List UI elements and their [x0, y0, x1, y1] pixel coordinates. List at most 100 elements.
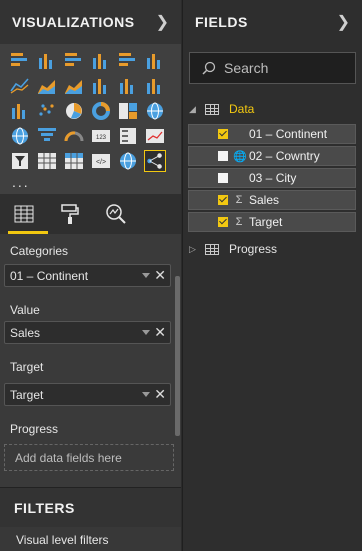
waterfall-icon[interactable] — [9, 100, 31, 122]
fields-title: FIELDS — [195, 14, 248, 30]
collapsed-arrow-icon[interactable]: ▷ — [189, 244, 199, 255]
100-bar-icon[interactable] — [117, 50, 139, 72]
field-wells: Categories 01 – Continent ✕ Value Sales … — [0, 234, 181, 487]
value-field-value: Sales — [10, 325, 41, 340]
field-city[interactable]: 03 – City — [188, 168, 356, 188]
value-well[interactable]: Sales ✕ — [4, 321, 171, 344]
search-placeholder: Search — [224, 60, 269, 76]
matrix-icon[interactable] — [63, 150, 85, 172]
progress-drop-zone[interactable]: Add data fields here — [4, 444, 174, 471]
visual-level-filters-label: Visual level filters — [0, 527, 181, 551]
line-clustered-icon[interactable] — [117, 75, 139, 97]
value-label: Value — [10, 303, 40, 317]
collapse-chevron-icon[interactable]: ❯ — [156, 12, 169, 32]
chevron-down-icon[interactable] — [142, 392, 150, 397]
paint-roller-icon — [61, 204, 79, 224]
gauge-icon[interactable] — [63, 125, 85, 147]
table-icon[interactable] — [36, 150, 58, 172]
filters-title: FILTERS — [0, 487, 181, 527]
categories-field-value: 01 – Continent — [10, 268, 89, 283]
search-input[interactable]: Search — [189, 52, 356, 84]
table-icon — [205, 103, 219, 115]
analytics-tab[interactable] — [102, 200, 130, 228]
card-icon[interactable]: 123 — [90, 125, 112, 147]
100-column-icon[interactable] — [144, 50, 166, 72]
line-column-icon[interactable] — [90, 75, 112, 97]
visual-gallery: 123 </> ... — [0, 44, 181, 194]
custom-network-icon[interactable] — [144, 150, 166, 172]
close-icon[interactable]: ✕ — [154, 267, 166, 284]
globe-icon: 🌐 — [233, 150, 247, 163]
progress-label: Progress — [10, 422, 59, 436]
area-chart-icon[interactable] — [36, 75, 58, 97]
checkbox-icon[interactable] — [218, 217, 228, 227]
clustered-column-icon[interactable] — [90, 50, 112, 72]
format-tab[interactable] — [56, 200, 84, 228]
checkbox-icon[interactable] — [218, 129, 228, 139]
multirow-card-icon[interactable] — [117, 125, 139, 147]
checkbox-icon[interactable] — [218, 151, 228, 161]
treemap-icon[interactable] — [117, 100, 139, 122]
sigma-icon: Σ — [235, 194, 243, 206]
field-label: 01 – Continent — [249, 127, 328, 141]
close-icon[interactable]: ✕ — [154, 324, 166, 341]
pie-chart-icon[interactable] — [63, 100, 85, 122]
svg-text:</>: </> — [96, 159, 106, 166]
line-chart-icon[interactable] — [9, 75, 31, 97]
clustered-bar-icon[interactable] — [63, 50, 85, 72]
sigma-icon: Σ — [235, 216, 243, 228]
field-country[interactable]: 🌐 02 – Cowntry — [188, 146, 356, 166]
field-label: 03 – City — [249, 171, 297, 185]
fields-tab[interactable] — [10, 200, 38, 228]
map-icon[interactable] — [144, 100, 166, 122]
target-well[interactable]: Target ✕ — [4, 383, 171, 406]
fields-pane: FIELDS ❯ Search ◢ Data 01 – Continent 🌐 … — [182, 0, 362, 551]
target-label: Target — [10, 360, 44, 374]
close-icon[interactable]: ✕ — [154, 386, 166, 403]
stacked-bar-icon[interactable] — [9, 50, 31, 72]
stacked-area-icon[interactable] — [63, 75, 85, 97]
filled-map-icon[interactable] — [9, 125, 31, 147]
collapse-chevron-icon[interactable]: ❯ — [337, 12, 350, 32]
table-progress-label: Progress — [229, 242, 278, 256]
search-icon — [202, 61, 216, 75]
visualizations-title: VISUALIZATIONS — [12, 14, 135, 30]
table-icon — [205, 243, 219, 255]
field-target[interactable]: Σ Target — [188, 212, 356, 232]
field-label: Sales — [249, 193, 280, 207]
checkbox-icon[interactable] — [218, 173, 228, 183]
ribbon-chart-icon[interactable] — [144, 75, 166, 97]
expanded-arrow-icon[interactable]: ◢ — [189, 104, 199, 115]
svg-text:123: 123 — [96, 135, 107, 141]
analytics-magnifier-icon — [106, 204, 126, 224]
wells-scrollbar[interactable] — [175, 276, 180, 436]
chevron-down-icon[interactable] — [142, 330, 150, 335]
r-visual-icon[interactable]: </> — [90, 150, 112, 172]
categories-label: Categories — [10, 244, 69, 258]
visualizations-header: VISUALIZATIONS ❯ — [0, 0, 181, 44]
table-data[interactable]: ◢ Data — [183, 98, 362, 120]
stacked-column-icon[interactable] — [36, 50, 58, 72]
fields-well-icon — [14, 205, 34, 223]
pane-tabs — [0, 194, 181, 234]
field-label: 02 – Cowntry — [249, 149, 320, 163]
more-visuals-button[interactable]: ... — [4, 174, 177, 190]
kpi-icon[interactable] — [144, 125, 166, 147]
visualizations-pane: VISUALIZATIONS ❯ 123 </> ... Categories … — [0, 0, 181, 551]
table-progress[interactable]: ▷ Progress — [183, 238, 362, 260]
slicer-icon[interactable] — [9, 150, 31, 172]
visual-icon-grid: 123 </> — [4, 50, 177, 172]
field-sales[interactable]: Σ Sales — [188, 190, 356, 210]
globe-icon[interactable] — [117, 150, 139, 172]
funnel-icon[interactable] — [36, 125, 58, 147]
target-field-value: Target — [10, 387, 44, 402]
donut-chart-icon[interactable] — [90, 100, 112, 122]
checkbox-icon[interactable] — [218, 195, 228, 205]
categories-well[interactable]: 01 – Continent ✕ — [4, 264, 171, 287]
chevron-down-icon[interactable] — [142, 273, 150, 278]
table-data-label: Data — [229, 102, 255, 116]
field-label: Target — [249, 215, 283, 229]
field-continent[interactable]: 01 – Continent — [188, 124, 356, 144]
fields-header: FIELDS ❯ — [183, 0, 362, 44]
scatter-icon[interactable] — [36, 100, 58, 122]
